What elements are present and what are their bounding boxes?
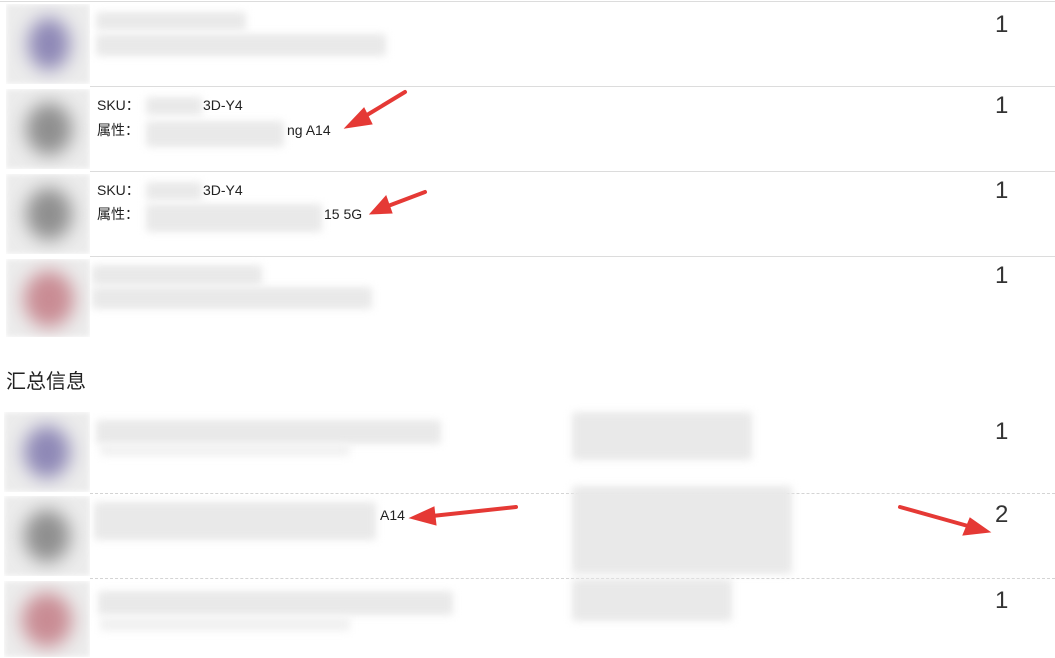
annotation-arrow bbox=[343, 90, 992, 536]
